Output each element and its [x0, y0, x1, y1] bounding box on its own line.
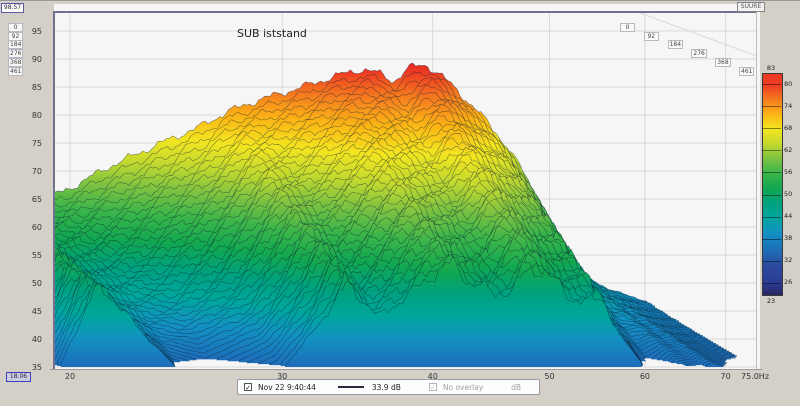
trace-line-sample: [337, 386, 364, 388]
color-scale-tick: 80: [784, 79, 793, 88]
freq-axis-min-box[interactable]: 18.06: [6, 372, 31, 382]
db-axis-label: 75: [31, 138, 42, 148]
overlay-label: No overlay: [442, 382, 484, 392]
time-axis-label-left: 0: [8, 23, 23, 32]
color-scale-tick-line: [762, 282, 781, 284]
color-scale-tick: 32: [784, 256, 793, 265]
color-scale-tick: 74: [784, 101, 793, 110]
color-scale-tick-line: [762, 128, 781, 130]
trace-checkbox[interactable]: ✓: [244, 383, 252, 392]
time-axis-label-left: 461: [8, 66, 24, 76]
color-scale-tick-line: [762, 150, 781, 152]
waterfall-window: SUB iststand 98.57 SUURE 18.06 95 90 85 80 7…: [0, 0, 800, 406]
color-scale-tick-line: [762, 84, 781, 85]
time-axis-label-left: 92: [8, 31, 23, 41]
color-scale-tick: 62: [784, 145, 793, 154]
db-axis-label: 50: [31, 278, 42, 288]
frequency-axis-line: [50, 369, 762, 370]
time-axis-label-right: 92: [643, 31, 659, 41]
left-limit-line: [53, 11, 55, 369]
graph-corner-box[interactable]: SUURE: [737, 2, 765, 12]
time-axis-label-left: 368: [8, 57, 24, 67]
db-axis-label: 35: [31, 362, 42, 372]
overlay-checkbox[interactable]: ✓: [428, 383, 437, 392]
db-axis-label: 65: [31, 194, 42, 204]
freq-axis-label: 50: [544, 372, 555, 381]
plot-title: SUB iststand: [237, 27, 307, 40]
color-scale-tick-line: [762, 194, 781, 196]
trace-level-value: 33.9 dB: [371, 382, 401, 392]
time-axis-label-left: 184: [8, 40, 24, 50]
color-scale-max-label: 83: [766, 64, 776, 72]
db-axis-max-box[interactable]: 98.57: [1, 3, 24, 13]
color-scale-tick: 44: [784, 212, 793, 221]
time-axis-label-right: 461: [739, 66, 755, 76]
trace-legend-bar: ✓ Nov 22 9:40:44 33.9 dB ✓ No overlay dB: [237, 379, 540, 395]
freq-axis-end-label: 75.0Hz: [740, 372, 770, 381]
db-axis-label: 85: [31, 82, 42, 92]
color-scale-tick: 26: [784, 278, 793, 287]
db-axis-label: 60: [31, 222, 42, 232]
color-scale-tick-line: [762, 238, 781, 240]
freq-axis-label: 60: [639, 372, 651, 381]
db-axis-label: 80: [31, 110, 42, 120]
time-axis-label-right: 0: [620, 23, 635, 32]
color-scale-tick-line: [762, 260, 781, 262]
db-axis-label: 45: [31, 306, 42, 316]
db-axis-label: 40: [31, 334, 42, 344]
unit-label: dB: [511, 382, 521, 392]
color-scale-min-label: 23: [766, 297, 776, 305]
color-scale-tick: 68: [784, 123, 793, 132]
freq-axis-label: 70: [720, 372, 731, 381]
color-scale-tick-line: [762, 172, 781, 174]
db-axis-label: 55: [31, 250, 42, 260]
time-axis-label-left: 276: [8, 49, 24, 59]
trace-label: Nov 22 9:40:44: [258, 382, 316, 392]
time-axis-label-right: 368: [715, 57, 731, 67]
color-scale-tick: 50: [784, 190, 793, 199]
db-axis-label: 70: [31, 166, 42, 176]
plot-right-border: [756, 12, 757, 369]
color-scale-tick: 38: [784, 234, 793, 243]
top-limit-line: [53, 11, 757, 13]
freq-axis-label: 20: [64, 372, 76, 381]
time-axis-label-right: 184: [667, 40, 684, 50]
time-axis-label-right: 276: [691, 49, 707, 59]
color-scale-tick: 56: [784, 167, 793, 176]
color-scale-tick-line: [762, 216, 781, 218]
color-scale-tick-line: [762, 106, 781, 108]
